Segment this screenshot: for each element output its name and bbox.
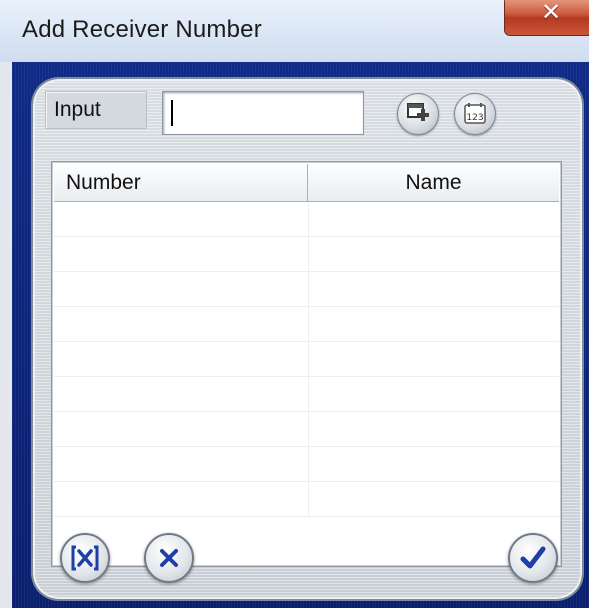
cell-name[interactable] (308, 202, 559, 236)
cell-name[interactable] (308, 307, 559, 341)
cell-name[interactable] (308, 447, 559, 481)
text-caret (171, 100, 173, 126)
cell-number[interactable] (54, 342, 309, 376)
cell-number[interactable] (54, 272, 309, 306)
cell-name[interactable] (308, 377, 559, 411)
cell-number[interactable] (54, 412, 309, 446)
table-row[interactable] (54, 377, 559, 412)
clear-button[interactable] (60, 533, 110, 583)
cell-number[interactable] (54, 202, 309, 236)
table-row[interactable] (54, 202, 559, 237)
table-row[interactable] (54, 412, 559, 447)
table-row[interactable] (54, 307, 559, 342)
cell-name[interactable] (308, 482, 559, 516)
cell-name[interactable] (308, 342, 559, 376)
table-row[interactable] (54, 482, 559, 517)
cancel-x-icon (160, 549, 178, 567)
table-row[interactable] (54, 342, 559, 377)
cell-number[interactable] (54, 482, 309, 516)
receiver-input[interactable] (162, 91, 364, 135)
cell-number[interactable] (54, 307, 309, 341)
svg-text:123: 123 (466, 113, 483, 123)
window-frame: Input 123 Number Name (0, 62, 589, 608)
title-bar: Add Receiver Number ✕ (0, 0, 589, 62)
input-label-box: Input (45, 91, 147, 129)
cell-number[interactable] (54, 237, 309, 271)
cancel-button[interactable] (144, 533, 194, 583)
close-button[interactable]: ✕ (504, 0, 589, 36)
cell-number[interactable] (54, 447, 309, 481)
frame-left-edge (0, 62, 12, 608)
add-contact-button[interactable] (397, 93, 439, 135)
table-header: Number Name (54, 164, 559, 202)
cell-name[interactable] (308, 272, 559, 306)
dialog-panel: Input 123 Number Name (33, 79, 582, 599)
table-row[interactable] (54, 447, 559, 482)
checkmark-icon (520, 546, 546, 569)
add-contact-icon (407, 103, 429, 121)
cell-number[interactable] (54, 377, 309, 411)
table-row[interactable] (54, 272, 559, 307)
close-icon: ✕ (540, 0, 562, 26)
column-header-name[interactable]: Name (308, 164, 559, 201)
cell-name[interactable] (308, 237, 559, 271)
input-label: Input (54, 98, 101, 121)
table-row[interactable] (54, 237, 559, 272)
clear-box-icon (71, 545, 99, 571)
receiver-table[interactable]: Number Name (51, 161, 562, 567)
cell-name[interactable] (308, 412, 559, 446)
calendar-123-icon: 123 (464, 103, 486, 124)
number-calendar-button[interactable]: 123 (454, 93, 496, 135)
window-title: Add Receiver Number (22, 16, 262, 43)
column-header-number[interactable]: Number (54, 164, 308, 201)
confirm-button[interactable] (508, 533, 558, 583)
